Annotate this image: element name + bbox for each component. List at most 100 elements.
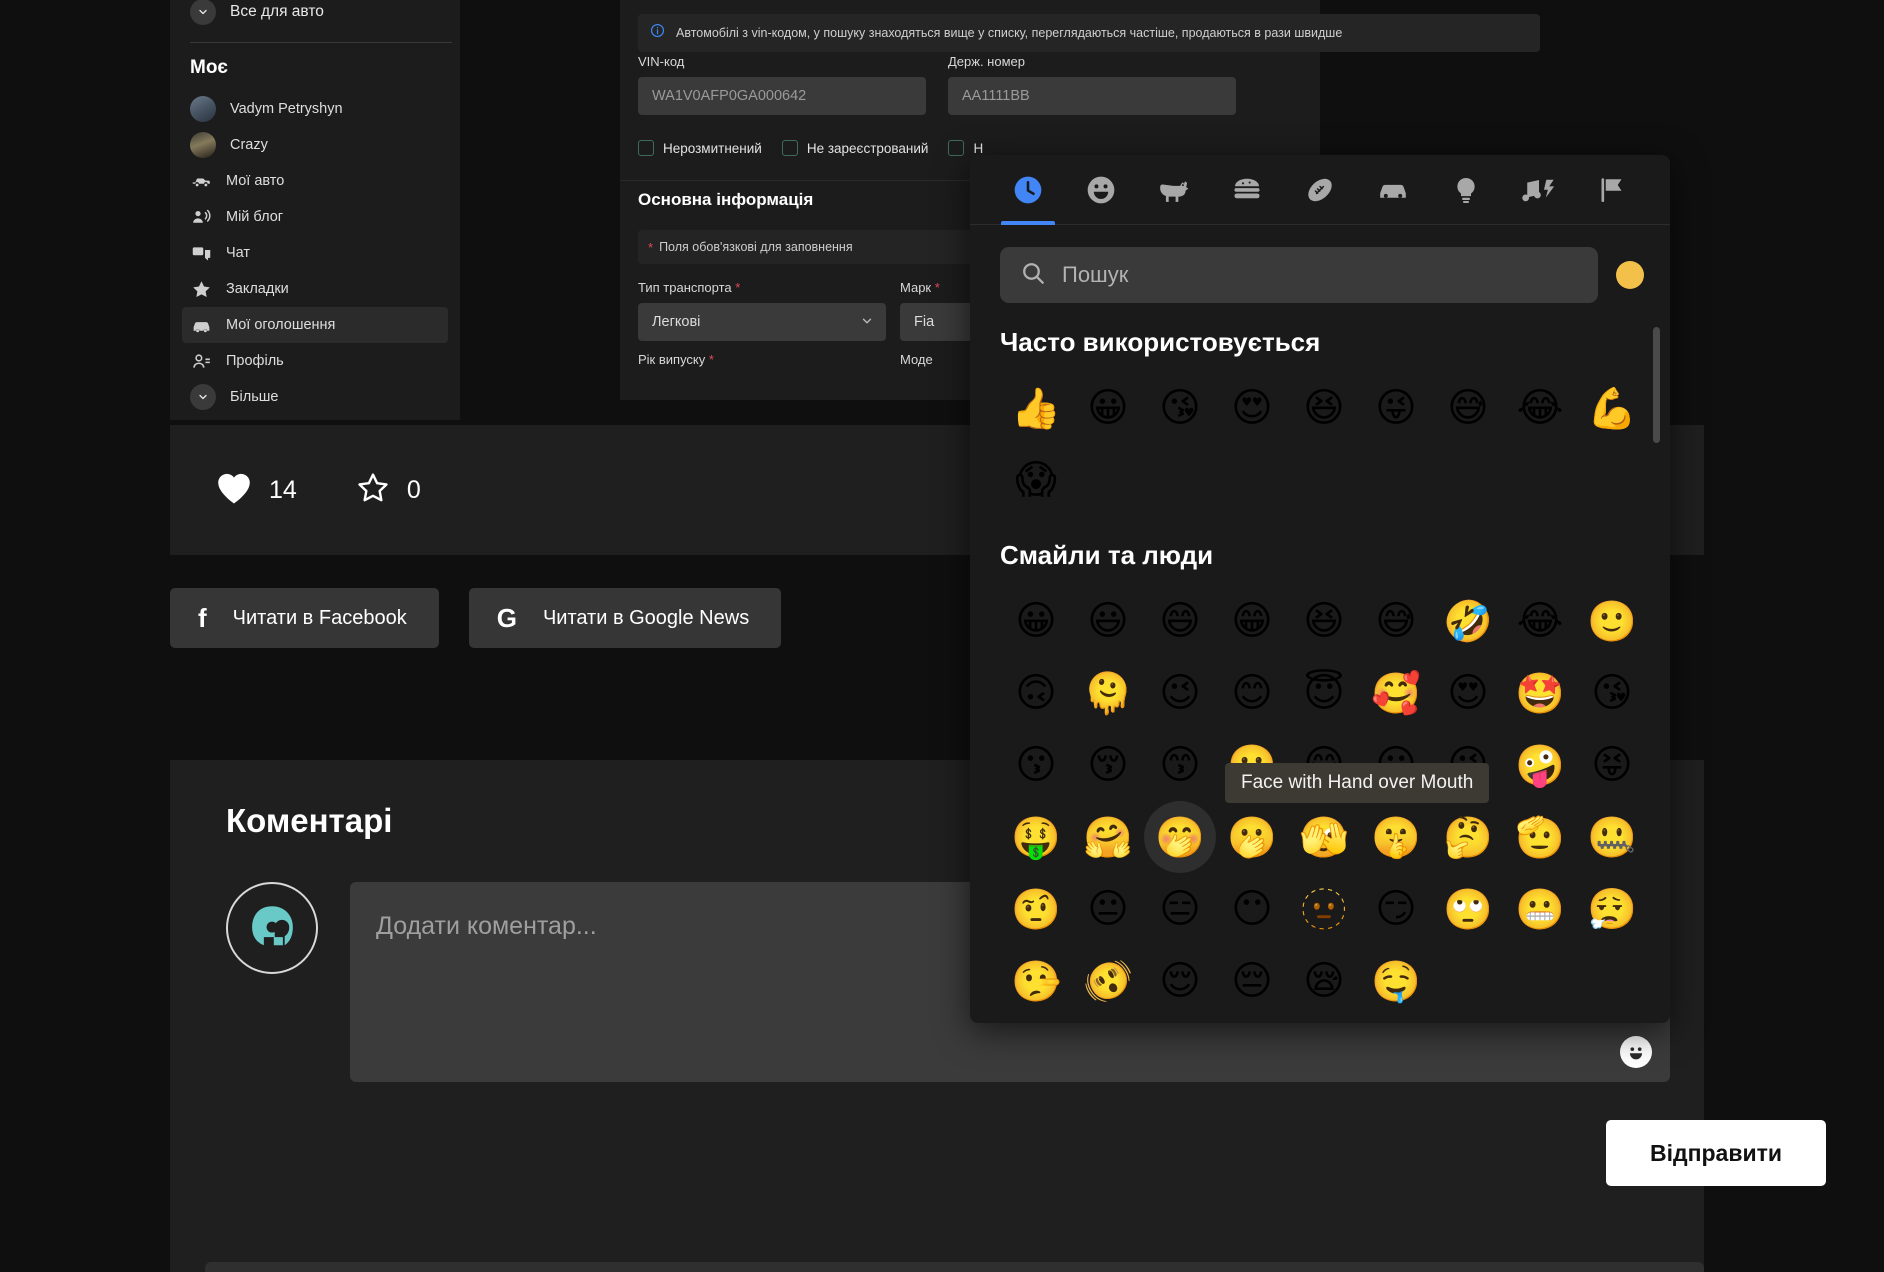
emoji-cell[interactable]: 🥰 [1360,657,1432,729]
sidebar-item-all-for-auto[interactable]: Все для авто [188,0,442,34]
emoji-tab-travel[interactable] [1356,155,1429,225]
checkbox-unregistered[interactable]: Не зареєстрований [781,140,929,156]
emoji-cell[interactable]: 😜 [1360,372,1432,444]
emoji-cell[interactable]: 🤭 [1144,801,1216,873]
emoji-cell[interactable]: 🫠 [1072,657,1144,729]
emoji-cell[interactable]: 😙 [1144,729,1216,801]
emoji-cell[interactable]: 🤗 [1072,801,1144,873]
emoji-tab-flags[interactable] [1575,155,1648,225]
emoji-cell[interactable]: 🤥 [1000,945,1072,1013]
emoji-cell[interactable]: 😗 [1000,729,1072,801]
skin-tone-selector[interactable] [1616,261,1644,289]
send-comment-button[interactable]: Відправити [1606,1120,1826,1186]
sidebar-item-my-cars[interactable]: Мої авто [182,163,448,199]
emoji-cell[interactable]: 😑 [1144,873,1216,945]
sidebar-item-chat[interactable]: Чат [182,235,448,271]
emoji-cell[interactable]: 😚 [1072,729,1144,801]
emoji-tab-activity[interactable] [1284,155,1357,225]
sidebar-item-my-listings[interactable]: Мої оголошення [182,307,448,343]
emoji-cell[interactable]: 😍 [1216,372,1288,444]
emoji-cell[interactable]: 😮‍💨 [1576,873,1648,945]
emoji-tab-symbols[interactable] [1502,155,1575,225]
emoji-cell[interactable]: 😀 [1000,585,1072,657]
sidebar-item-more[interactable]: Більше [182,379,448,415]
emoji-cell[interactable]: 😉 [1144,657,1216,729]
favorite-counter[interactable]: 0 [355,471,421,510]
checkbox-label: Не зареєстрований [806,140,929,156]
emoji-cell[interactable]: 😬 [1504,873,1576,945]
sidebar-item-profile[interactable]: Профіль [182,343,448,379]
emoji-cell[interactable]: 🤩 [1504,657,1576,729]
read-on-facebook-button[interactable]: f Читати в Facebook [170,588,439,648]
emoji-cell[interactable]: 🫥 [1288,873,1360,945]
emoji-cell[interactable]: 😏 [1360,873,1432,945]
emoji-cell[interactable]: 😘 [1576,657,1648,729]
sidebar-item-crazy[interactable]: Crazy [182,127,448,163]
emoji-cell[interactable]: 🙂 [1576,585,1648,657]
sidebar-item-my-blog[interactable]: Мій блог [182,199,448,235]
emoji-scroll-area[interactable]: Часто використовується 👍 😀 😘 😍 😆 😜 😅 😂 💪 😱 Смайли… [970,313,1670,1013]
emoji-cell[interactable]: 🤤 [1360,945,1432,1013]
transport-type-label: Тип транспорта [638,280,886,295]
search-icon [1020,260,1046,291]
sidebar-item-bookmarks[interactable]: Закладки [182,271,448,307]
emoji-cell[interactable]: 😂 [1504,372,1576,444]
checkbox-uncleared[interactable]: Нерозмитнений [638,140,762,156]
emoji-cell[interactable]: 😌 [1144,945,1216,1013]
emoji-cell[interactable]: 😱 [1000,444,1072,516]
sidebar-item-label: Більше [230,389,279,405]
emoji-cell[interactable]: 😘 [1144,372,1216,444]
read-on-google-news-button[interactable]: G Читати в Google News [468,588,782,648]
emoji-cell[interactable]: 🫢 [1216,801,1288,873]
emoji-cell[interactable]: 🫡 [1504,801,1576,873]
emoji-cell[interactable]: 😇 [1288,657,1360,729]
emoji-cell[interactable]: 😃 [1072,585,1144,657]
emoji-cell[interactable]: 😄 [1144,585,1216,657]
emoji-cell[interactable]: 😊 [1216,657,1288,729]
emoji-cell[interactable]: 🙃 [1000,657,1072,729]
emoji-cell[interactable]: 😅 [1360,585,1432,657]
like-count: 14 [269,476,297,504]
emoji-cell[interactable]: 🤐 [1576,801,1648,873]
emoji-tab-animals[interactable] [1138,155,1211,225]
emoji-cell[interactable]: 😆 [1288,372,1360,444]
transport-type-select[interactable]: Легкові [638,303,886,341]
emoji-cell[interactable]: 😁 [1216,585,1288,657]
emoji-cell[interactable]: 🤨 [1000,873,1072,945]
checkbox-third[interactable]: Н [948,140,983,156]
like-counter[interactable]: 14 [215,471,297,510]
emoji-tab-objects[interactable] [1429,155,1502,225]
sidebar-item-label: Чат [226,245,251,261]
emoji-cell[interactable]: 😅 [1432,372,1504,444]
emoji-cell[interactable]: 😶 [1216,873,1288,945]
emoji-cell[interactable]: 😀 [1072,372,1144,444]
emoji-cell[interactable]: 🙄 [1432,873,1504,945]
emoji-cell[interactable]: 😔 [1216,945,1288,1013]
emoji-cell[interactable]: 😪 [1288,945,1360,1013]
emoji-cell[interactable]: 🤫 [1360,801,1432,873]
emoji-cell[interactable]: 😐 [1072,873,1144,945]
scrollbar-thumb[interactable] [1653,327,1660,443]
emoji-cell[interactable]: 👍 [1000,372,1072,444]
emoji-cell[interactable]: 😍 [1432,657,1504,729]
sidebar-item-vadym-petryshyn[interactable]: Vadym Petryshyn [182,91,448,127]
emoji-cell[interactable]: 😆 [1288,585,1360,657]
emoji-cell[interactable]: 😝 [1576,729,1648,801]
emoji-cell[interactable]: 🤪 [1504,729,1576,801]
emoji-tab-food[interactable] [1211,155,1284,225]
emoji-cell[interactable]: 🤣 [1432,585,1504,657]
emoji-cell[interactable]: 😂 [1504,585,1576,657]
emoji-cell[interactable]: 🫨 [1072,945,1144,1013]
emoji-cell[interactable]: 🤔 [1432,801,1504,873]
emoji-tab-smileys[interactable] [1065,155,1138,225]
emoji-cell[interactable]: 💪 [1576,372,1648,444]
emoji-toggle-button[interactable] [1620,1036,1652,1068]
avatar [226,882,318,974]
emoji-search-input[interactable]: Пошук [1000,247,1598,303]
emoji-tab-recent[interactable] [992,155,1065,225]
emoji-cell[interactable]: 🤑 [1000,801,1072,873]
plate-input[interactable]: AA1111BB [948,77,1236,115]
emoji-cell[interactable]: 🫣 [1288,801,1360,873]
vin-input[interactable]: WA1V0AFP0GA000642 [638,77,926,115]
star-icon [190,279,212,300]
